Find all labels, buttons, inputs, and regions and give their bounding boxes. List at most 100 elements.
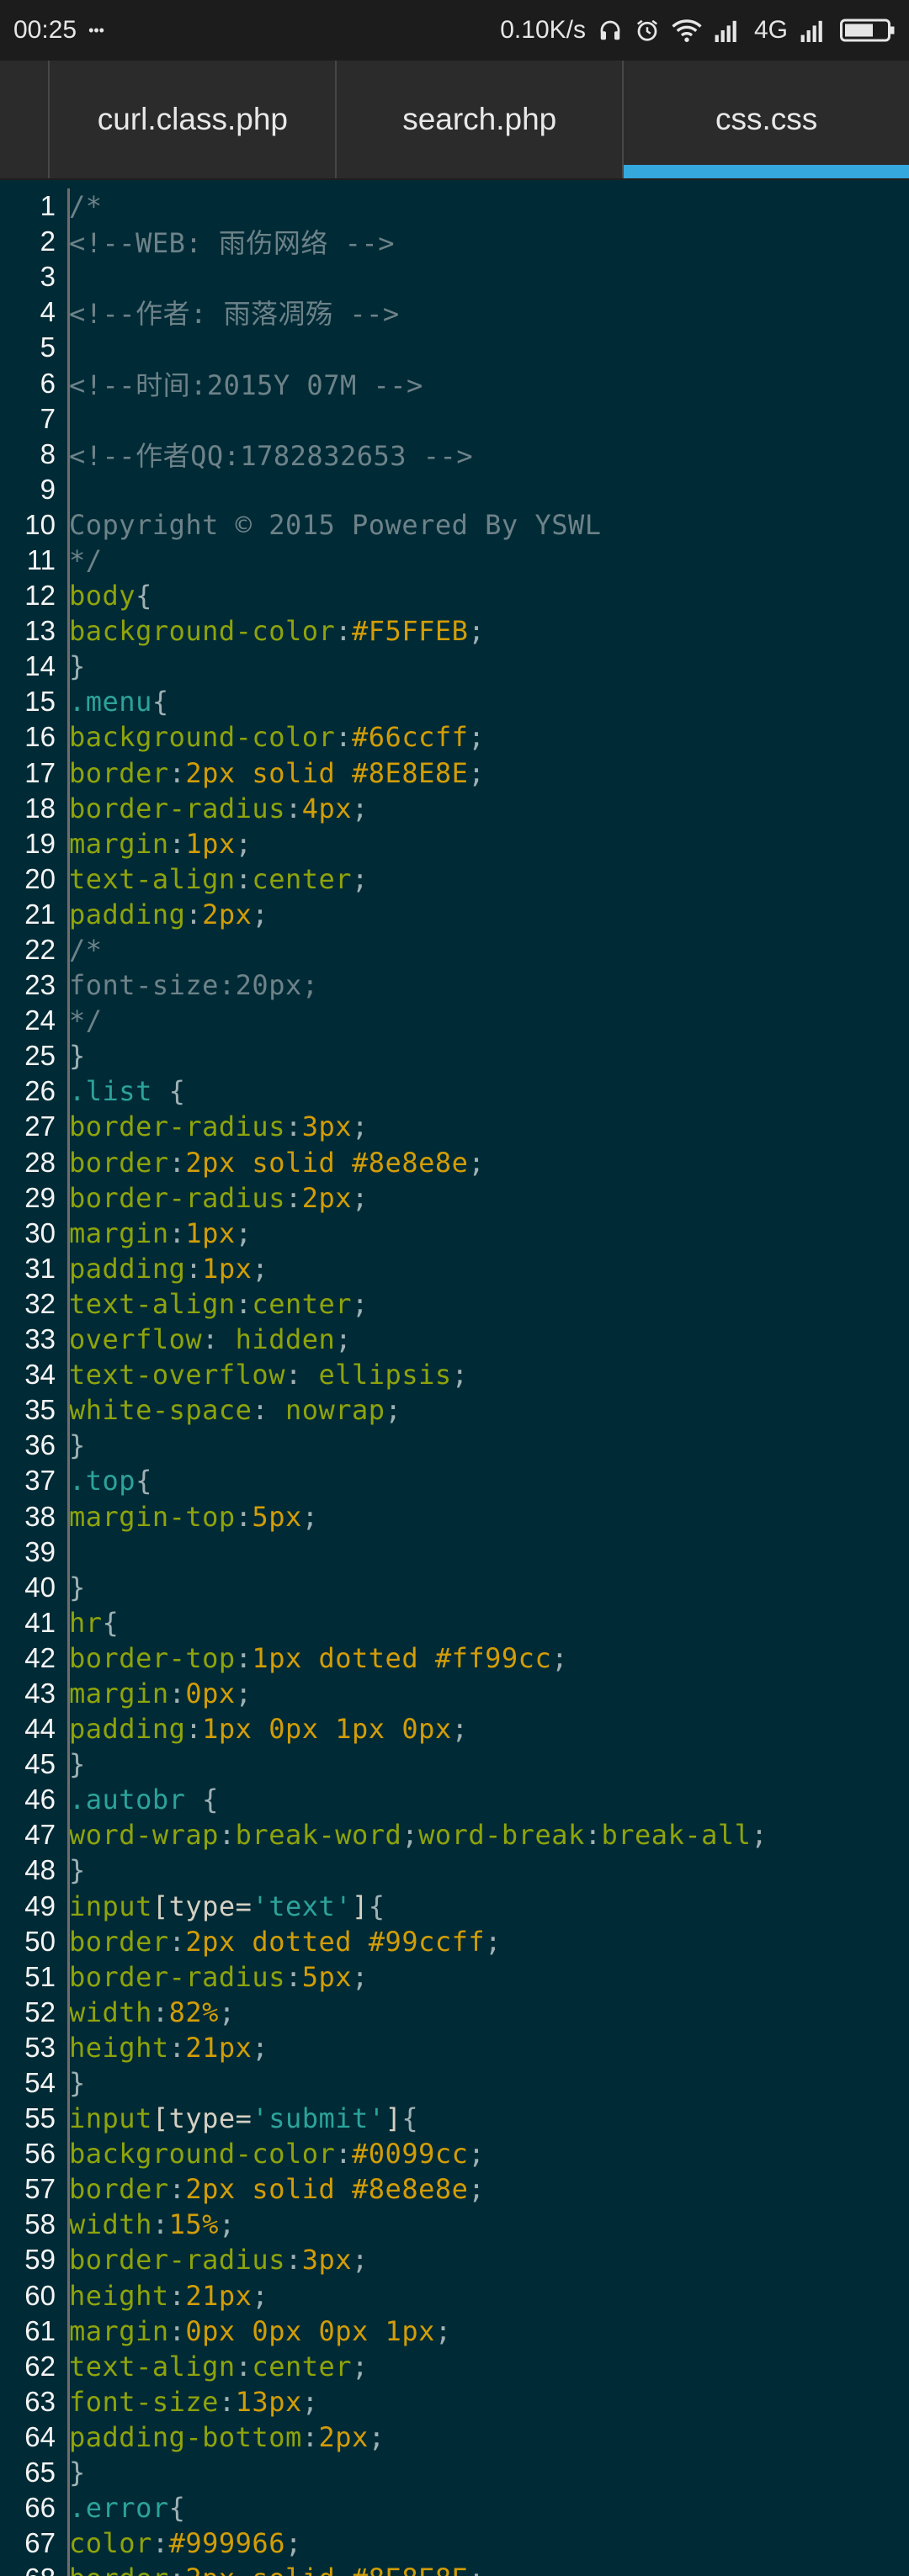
line-number: 28 xyxy=(24,1146,56,1178)
code-line[interactable]: 58 width:15%; xyxy=(0,2207,909,2242)
code-line[interactable]: 1/* xyxy=(0,188,909,224)
code-line[interactable]: 14} xyxy=(0,649,909,684)
code-line[interactable]: 19 margin:1px; xyxy=(0,826,909,861)
code-editor[interactable]: 1/* 2 <!--WEB: 雨伤网络 --> 3 4 <!--作者: 雨落凋殇 --> 5… xyxy=(0,180,909,2576)
line-number: 65 xyxy=(24,2457,56,2489)
code-line[interactable]: 48} xyxy=(0,1852,909,1888)
code-line[interactable]: 24 */ xyxy=(0,1003,909,1038)
code-line[interactable]: 43 margin:0px; xyxy=(0,1676,909,1711)
status-right: 0.10K/s 4G xyxy=(500,16,896,45)
code-line[interactable]: 8 <!--作者QQ:1782832653 --> xyxy=(0,437,909,472)
line-number: 14 xyxy=(24,650,56,682)
code-line[interactable]: 50 border:2px dotted #99ccff; xyxy=(0,1924,909,1959)
tab-css-css[interactable]: css.css xyxy=(622,61,909,178)
line-number: 31 xyxy=(24,1252,56,1284)
code-line[interactable]: 5 xyxy=(0,330,909,365)
code-line[interactable]: 25} xyxy=(0,1038,909,1073)
code-line[interactable]: 4 <!--作者: 雨落凋殇 --> xyxy=(0,294,909,330)
code-line[interactable]: 54} xyxy=(0,2065,909,2101)
code-line[interactable]: 32 text-align:center; xyxy=(0,1286,909,1322)
code-line[interactable]: 29 border-radius:2px; xyxy=(0,1180,909,1216)
line-code: width:82%; xyxy=(69,1996,236,2028)
code-line[interactable]: 38 margin-top:5px; xyxy=(0,1498,909,1534)
code-line[interactable]: 37 .top{ xyxy=(0,1463,909,1498)
code-line[interactable]: 42 border-top:1px dotted #ff99cc; xyxy=(0,1640,909,1676)
code-line[interactable]: 34 text-overflow: ellipsis; xyxy=(0,1357,909,1392)
code-line[interactable]: 41 hr{ xyxy=(0,1605,909,1640)
line-number: 67 xyxy=(24,2527,56,2559)
code-line[interactable]: 57 border:2px solid #8e8e8e; xyxy=(0,2171,909,2207)
line-code: text-align:center; xyxy=(69,2350,369,2383)
code-line[interactable]: 66 .error{ xyxy=(0,2490,909,2526)
line-code: input[type='text']{ xyxy=(69,1890,385,1922)
code-line[interactable]: 6 <!--时间:2015Y 07M --> xyxy=(0,365,909,401)
code-line[interactable]: 28 border:2px solid #8e8e8e; xyxy=(0,1145,909,1180)
code-line[interactable]: 46 .autobr { xyxy=(0,1782,909,1817)
code-line[interactable]: 21 padding:2px; xyxy=(0,897,909,932)
line-code: } xyxy=(69,1748,86,1781)
line-number: 46 xyxy=(24,1784,56,1815)
code-line[interactable]: 56 background-color:#0099cc; xyxy=(0,2136,909,2171)
code-line[interactable]: 60 height:21px; xyxy=(0,2278,909,2314)
code-line[interactable]: 27 border-radius:3px; xyxy=(0,1109,909,1144)
code-line[interactable]: 26 .list { xyxy=(0,1073,909,1109)
tab-label: search.php xyxy=(402,102,557,136)
code-line[interactable]: 17 border:2px solid #8E8E8E; xyxy=(0,755,909,791)
code-line[interactable]: 7 xyxy=(0,401,909,437)
code-line[interactable]: 10 Copyright © 2015 Powered By YSWL xyxy=(0,507,909,543)
code-line[interactable]: 47 word-wrap:break-word;word-break:break-… xyxy=(0,1817,909,1852)
line-number: 27 xyxy=(24,1110,56,1142)
code-line[interactable]: 63 font-size:13px; xyxy=(0,2384,909,2420)
code-line[interactable]: 65} xyxy=(0,2455,909,2490)
code-line[interactable]: 55 input[type='submit']{ xyxy=(0,2101,909,2136)
code-line[interactable]: 61 margin:0px 0px 0px 1px; xyxy=(0,2314,909,2349)
code-line[interactable]: 62 text-align:center; xyxy=(0,2349,909,2384)
code-line[interactable]: 31 padding:1px; xyxy=(0,1251,909,1286)
code-line[interactable]: 13 background-color:#F5FFEB; xyxy=(0,613,909,649)
code-line[interactable]: 67 color:#999966; xyxy=(0,2526,909,2561)
code-line[interactable]: 12 body{ xyxy=(0,578,909,613)
code-line[interactable]: 40} xyxy=(0,1570,909,1605)
line-number: 29 xyxy=(24,1181,56,1213)
line-number: 1 xyxy=(40,190,56,222)
code-line[interactable]: 18 border-radius:4px; xyxy=(0,791,909,826)
tab-curl-class-php[interactable]: curl.class.php xyxy=(48,61,335,178)
line-number: 56 xyxy=(24,2138,56,2170)
code-line[interactable]: 23 font-size:20px; xyxy=(0,967,909,1003)
code-line[interactable]: 30 margin:1px; xyxy=(0,1216,909,1251)
tab-search-php[interactable]: search.php xyxy=(335,61,622,178)
code-line[interactable]: 35 white-space: nowrap; xyxy=(0,1392,909,1428)
code-line[interactable]: 52 width:82%; xyxy=(0,1995,909,2030)
code-line[interactable]: 51 border-radius:5px; xyxy=(0,1959,909,1995)
line-number: 47 xyxy=(24,1819,56,1851)
file-tab-bar: curl.class.php search.php css.css xyxy=(0,61,909,180)
code-line[interactable]: 53 height:21px; xyxy=(0,2030,909,2065)
code-line[interactable]: 45} xyxy=(0,1746,909,1782)
line-code: width:15%; xyxy=(69,2208,236,2241)
code-line[interactable]: 2 <!--WEB: 雨伤网络 --> xyxy=(0,224,909,259)
line-number: 41 xyxy=(24,1606,56,1638)
line-number: 42 xyxy=(24,1641,56,1673)
code-line[interactable]: 15 .menu{ xyxy=(0,684,909,719)
line-number: 21 xyxy=(24,898,56,930)
code-line[interactable]: 36} xyxy=(0,1428,909,1463)
code-line[interactable]: 59 border-radius:3px; xyxy=(0,2242,909,2277)
code-line[interactable]: 22/* xyxy=(0,932,909,967)
code-line[interactable]: 20 text-align:center; xyxy=(0,861,909,897)
code-line[interactable]: 11 */ xyxy=(0,543,909,578)
code-line[interactable]: 44 padding:1px 0px 1px 0px; xyxy=(0,1711,909,1746)
line-number: 25 xyxy=(24,1040,56,1072)
line-code: body{ xyxy=(69,580,152,612)
line-code: border-radius:3px; xyxy=(69,2244,369,2277)
code-line[interactable]: 9 xyxy=(0,472,909,507)
line-code: font-size:13px; xyxy=(69,2385,319,2418)
code-line[interactable]: 33 overflow: hidden; xyxy=(0,1322,909,1357)
code-line[interactable]: 16 background-color:#66ccff; xyxy=(0,719,909,755)
code-line[interactable]: 39 xyxy=(0,1534,909,1570)
code-line[interactable]: 68border:2px solid #8E8E8E; xyxy=(0,2561,909,2576)
line-code: border:2px solid #8E8E8E; xyxy=(69,756,486,789)
code-line[interactable]: 3 xyxy=(0,259,909,294)
code-line[interactable]: 64 padding-bottom:2px; xyxy=(0,2420,909,2455)
code-line[interactable]: 49 input[type='text']{ xyxy=(0,1889,909,1924)
line-number: 34 xyxy=(24,1359,56,1391)
